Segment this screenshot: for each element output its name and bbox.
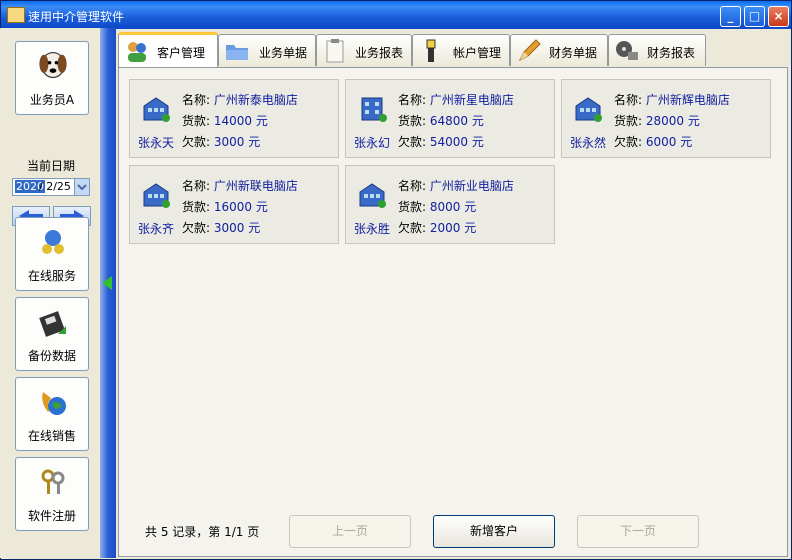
online-sales-button[interactable]: 在线销售: [15, 377, 89, 451]
pencil-icon: [518, 39, 541, 62]
app-icon: [7, 7, 25, 23]
customer-card[interactable]: 名称: 广州新联电脑店 货款: 16000 元 张永齐 欠款: 3000 元: [129, 165, 339, 244]
customer-name: 广州新联电脑店: [213, 179, 298, 193]
building-icon: [575, 97, 602, 122]
tab-business-documents[interactable]: 业务单据: [218, 34, 316, 66]
owed-label: 欠款:: [398, 221, 427, 235]
building-icon: [143, 97, 170, 122]
online-service-button[interactable]: 在线服务: [15, 217, 89, 291]
name-label: 名称:: [398, 93, 427, 107]
prev-page-button[interactable]: 上一页: [289, 515, 411, 548]
customer-name: 广州新星电脑店: [429, 93, 514, 107]
backup-data-label: 备份数据: [27, 349, 76, 363]
customer-card[interactable]: 名称: 广州新泰电脑店 货款: 14000 元 张永天 欠款: 3000 元: [129, 79, 339, 158]
building-icon: [361, 97, 387, 122]
tab-customer-management[interactable]: 客户管理: [118, 32, 218, 70]
goods-label: 货款:: [614, 114, 643, 128]
goods-label: 货款:: [182, 200, 211, 214]
customer-owed: 3000 元: [213, 135, 261, 149]
add-customer-button[interactable]: 新增客户: [433, 515, 555, 548]
owed-label: 欠款:: [182, 221, 211, 235]
building-icon: [359, 183, 386, 208]
date-rest: / 2/25: [39, 180, 71, 193]
customer-goods: 28000 元: [645, 114, 700, 128]
customer-contact: 张永胜: [354, 222, 391, 236]
tab-label: 财务单据: [549, 46, 598, 60]
tab-financial-documents[interactable]: 财务单据: [510, 34, 608, 66]
date-label: 当前日期: [27, 159, 76, 173]
tab-label: 帐户管理: [453, 46, 502, 60]
title-bar[interactable]: 速用中介管理软件 _ □ ×: [1, 1, 791, 29]
tab-label: 财务报表: [647, 46, 696, 60]
goods-label: 货款:: [182, 114, 211, 128]
online-service-label: 在线服务: [27, 269, 76, 283]
customer-name: 广州新业电脑店: [429, 179, 514, 193]
backup-data-button[interactable]: 备份数据: [15, 297, 89, 371]
tab-financial-reports[interactable]: 财务报表: [608, 34, 706, 66]
customer-owed: 54000 元: [429, 135, 484, 149]
lamp-tower-icon: [426, 39, 436, 62]
name-label: 名称:: [182, 179, 211, 193]
close-button[interactable]: ×: [768, 6, 789, 27]
customer-card[interactable]: 名称: 广州新辉电脑店 货款: 28000 元 张永然 欠款: 6000 元: [561, 79, 771, 158]
name-label: 名称:: [182, 93, 211, 107]
tab-business-reports[interactable]: 业务报表: [316, 34, 412, 66]
online-sales-label: 在线销售: [27, 429, 76, 443]
customer-owed: 6000 元: [645, 135, 693, 149]
owed-label: 欠款:: [614, 135, 643, 149]
date-dropdown-icon[interactable]: [74, 179, 89, 195]
owed-label: 欠款:: [398, 135, 427, 149]
customer-card[interactable]: 名称: 广州新业电脑店 货款: 8000 元 张永胜 欠款: 2000 元: [345, 165, 555, 244]
owed-label: 欠款:: [182, 135, 211, 149]
tab-label: 业务报表: [355, 46, 404, 60]
collapse-sidebar-icon[interactable]: [102, 276, 112, 290]
customer-goods: 16000 元: [213, 200, 268, 214]
customer-contact: 张永幻: [354, 136, 391, 150]
customer-contact: 张永天: [138, 136, 175, 150]
tab-label: 客户管理: [157, 46, 206, 60]
goods-label: 货款:: [398, 200, 427, 214]
record-summary: 共 5 记录，第 1/1 页: [145, 525, 260, 539]
customer-goods: 14000 元: [213, 114, 268, 128]
customer-goods: 64800 元: [429, 114, 484, 128]
next-page-button[interactable]: 下一页: [577, 515, 699, 548]
minimize-button[interactable]: _: [720, 6, 741, 27]
dog-avatar-icon: [39, 51, 67, 79]
customer-name: 广州新泰电脑店: [213, 93, 298, 107]
software-register-button[interactable]: 软件注册: [15, 457, 89, 531]
customer-owed: 2000 元: [429, 221, 477, 235]
salesperson-button[interactable]: 业务员A: [15, 41, 89, 115]
customer-card[interactable]: 名称: 广州新星电脑店 货款: 64800 元 张永幻 欠款: 54000 元: [345, 79, 555, 158]
salesperson-label: 业务员A: [29, 93, 75, 107]
folder-icon: [226, 45, 248, 60]
tab-account-management[interactable]: 帐户管理: [412, 34, 510, 66]
online-service-icon: [42, 230, 64, 254]
phone-globe-icon: [42, 392, 66, 415]
customer-owed: 3000 元: [213, 221, 261, 235]
maximize-button[interactable]: □: [744, 6, 765, 27]
date-picker[interactable]: 2020 / 2/25: [12, 178, 90, 196]
sidebar: 业务员A 当前日期 2020 / 2/25 在线服务 备份数据 在线销售 软件注…: [0, 28, 100, 558]
window-title: 速用中介管理软件: [28, 10, 125, 24]
software-register-label: 软件注册: [27, 509, 76, 523]
name-label: 名称:: [614, 93, 643, 107]
customer-goods: 8000 元: [429, 200, 477, 214]
customer-contact: 张永然: [570, 136, 607, 150]
tab-label: 业务单据: [259, 46, 308, 60]
clipboard-icon: [326, 39, 344, 63]
sidebar-splitter[interactable]: [100, 28, 116, 558]
customer-name: 广州新辉电脑店: [645, 93, 730, 107]
name-label: 名称:: [398, 179, 427, 193]
keys-icon: [41, 469, 65, 494]
film-reel-icon: [616, 41, 638, 60]
customer-contact: 张永齐: [138, 222, 175, 236]
goods-label: 货款:: [398, 114, 427, 128]
backup-disk-icon: [39, 311, 66, 337]
building-icon: [143, 183, 170, 208]
customers-icon: [128, 42, 146, 62]
